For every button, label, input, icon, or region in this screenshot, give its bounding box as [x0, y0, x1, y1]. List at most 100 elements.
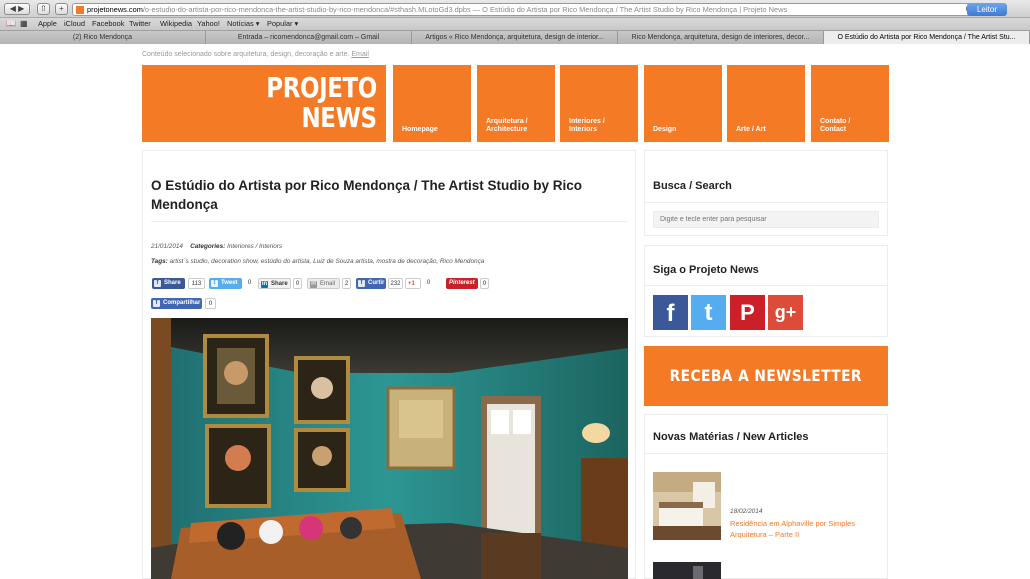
- bookmark-item[interactable]: Wikipedia: [160, 18, 192, 30]
- nav-label: Interiores / Interiors: [569, 118, 605, 133]
- newsletter-banner[interactable]: RECEBA A NEWSLETTER: [644, 346, 888, 406]
- envelope-icon: ✉: [310, 281, 317, 288]
- nav-item-design[interactable]: Design: [644, 65, 722, 142]
- share-label: Tweet: [221, 280, 238, 286]
- browser-tab[interactable]: Entrada – ricomendonca@gmail.com – Gmail: [206, 31, 412, 44]
- categories-label: Categories:: [190, 243, 226, 250]
- divider: [644, 202, 888, 203]
- bookmark-item[interactable]: Twitter: [129, 18, 151, 30]
- site-favicon-icon: [76, 6, 84, 14]
- twitter-icon: t: [211, 280, 218, 287]
- logo-line-projeto: PROJETO: [266, 71, 377, 104]
- artist-studio-photo: [151, 318, 628, 579]
- tab-bar: (2) Rico Mendonça Entrada – ricomendonca…: [0, 31, 1030, 44]
- facebook-share-count: 113: [188, 278, 205, 289]
- bookmark-item[interactable]: Facebook: [92, 18, 124, 30]
- nav-item-contact[interactable]: Contato / Contact: [811, 65, 889, 142]
- nav-label: Arte / Art: [736, 126, 766, 133]
- article-hero-photo: [151, 318, 628, 579]
- bookmark-item[interactable]: Yahoo!: [197, 18, 220, 30]
- browser-tab-active[interactable]: O Estúdio do Artista por Rico Mendonça /…: [824, 31, 1030, 44]
- logo-line-news: NEWS: [301, 101, 378, 134]
- article-title[interactable]: O Estúdio do Artista por Rico Mendonça /…: [151, 176, 621, 214]
- bookmark-item[interactable]: Apple: [38, 18, 57, 30]
- like-count: 232: [388, 278, 403, 289]
- dark-interior-thumbnail: [653, 562, 721, 579]
- share-label: Share: [271, 281, 288, 287]
- site-logo[interactable]: PROJETO NEWS: [142, 65, 386, 142]
- article-tags: Tags: artist´s studio, decoration show, …: [151, 258, 621, 265]
- twitter-count: 0: [245, 278, 254, 289]
- nav-item-art[interactable]: Arte / Art: [727, 65, 805, 142]
- url-domain: projetonews.com: [87, 5, 143, 14]
- pinterest-button[interactable]: Pinterest: [446, 278, 478, 289]
- email-share-button[interactable]: ✉ Email: [307, 278, 340, 289]
- nav-label: Arquitetura / Architecture: [486, 118, 528, 133]
- tags-label: Tags:: [151, 258, 168, 265]
- linkedin-count: 0: [293, 278, 302, 289]
- nav-item-homepage[interactable]: Homepage: [393, 65, 471, 142]
- browser-tab[interactable]: Rico Mendonça, arquitetura, design de in…: [618, 31, 824, 44]
- nav-item-interiors[interactable]: Interiores / Interiors: [560, 65, 638, 142]
- site-tagline: Conteúdo selecionado sobre arquitetura, …: [142, 51, 369, 58]
- top-sites-icon[interactable]: ▦: [20, 18, 28, 30]
- address-bar[interactable]: projetonews.com/o-estudio-do-artista-por…: [72, 3, 975, 16]
- reader-button[interactable]: Leitor: [967, 3, 1007, 16]
- nav-label: Contato / Contact: [820, 118, 851, 133]
- window-title: — O Estúdio do Artista por Rico Mendonça…: [470, 5, 788, 14]
- bookmarks-bar: 📖 ▦ Apple iCloud Facebook Twitter Wikipe…: [0, 18, 1030, 31]
- share-label: Email: [320, 281, 336, 287]
- google-plus-icon[interactable]: g+: [768, 295, 803, 330]
- post-title-link[interactable]: Residência em Alphaville por Simples Arq…: [730, 518, 880, 540]
- tags-list[interactable]: artist´s studio, decoration show, estúdi…: [170, 258, 485, 265]
- twitter-icon[interactable]: t: [691, 295, 726, 330]
- facebook-icon: f: [153, 300, 160, 307]
- facebook-like-button[interactable]: f Curtir: [356, 278, 386, 289]
- back-forward-buttons[interactable]: ◀ ▶: [4, 3, 30, 15]
- facebook-icon[interactable]: f: [653, 295, 688, 330]
- pinterest-icon[interactable]: P: [730, 295, 765, 330]
- share-page-icon[interactable]: ⇧: [37, 3, 50, 15]
- facebook-icon: f: [154, 280, 161, 287]
- pinterest-count: 0: [480, 278, 489, 289]
- post-thumbnail[interactable]: [653, 562, 721, 579]
- nav-label: Homepage: [402, 126, 438, 133]
- tagline-text: Conteúdo selecionado sobre arquitetura, …: [142, 51, 350, 58]
- facebook-icon: f: [358, 280, 365, 287]
- follow-widget-title: Siga o Projeto News: [653, 264, 759, 276]
- divider: [151, 221, 627, 222]
- facebook-compartilhar-button[interactable]: f Compartilhar: [151, 298, 202, 309]
- divider: [644, 285, 888, 286]
- email-link[interactable]: Email: [351, 51, 369, 58]
- compartilhar-count: 0: [205, 298, 216, 309]
- linkedin-share-button[interactable]: in Share: [258, 278, 291, 289]
- reading-list-icon[interactable]: 📖: [6, 18, 16, 30]
- new-articles-title: Novas Matérias / New Articles: [653, 431, 809, 443]
- bookmark-item[interactable]: Notícias ▾: [227, 18, 259, 30]
- share-label: Share: [164, 280, 181, 286]
- new-tab-plus-icon[interactable]: +: [55, 3, 68, 15]
- twitter-tweet-button[interactable]: t Tweet: [209, 278, 242, 289]
- nav-label: Design: [653, 126, 677, 133]
- article-meta: 21/01/2014 Categories: Interiores / Inte…: [151, 243, 282, 250]
- email-count: 2: [342, 278, 351, 289]
- newsletter-label: RECEBA A NEWSLETTER: [669, 366, 863, 385]
- divider: [644, 453, 888, 454]
- browser-tab[interactable]: Artigos « Rico Mendonça, arquitetura, de…: [412, 31, 618, 44]
- share-label: Compartilhar: [163, 300, 201, 306]
- article-date: 21/01/2014: [151, 243, 183, 250]
- bookmark-item[interactable]: Popular ▾: [267, 18, 298, 30]
- google-plus-count: 0: [424, 278, 433, 289]
- search-input[interactable]: [653, 211, 879, 228]
- browser-tab[interactable]: (2) Rico Mendonça: [0, 31, 206, 44]
- nav-item-architecture[interactable]: Arquitetura / Architecture: [477, 65, 555, 142]
- post-thumbnail[interactable]: [653, 472, 721, 540]
- facebook-share-button[interactable]: f Share: [152, 278, 185, 289]
- article-category-link[interactable]: Interiores / Interiors: [227, 243, 282, 250]
- bookmark-item[interactable]: iCloud: [64, 18, 85, 30]
- bedroom-thumbnail: [653, 472, 721, 540]
- google-plus-one-button[interactable]: +1: [405, 278, 421, 289]
- search-widget-title: Busca / Search: [653, 180, 732, 192]
- url-path: /o-estudio-do-artista-por-rico-mendonca-…: [142, 5, 471, 14]
- post-date: 18/02/2014: [730, 508, 763, 515]
